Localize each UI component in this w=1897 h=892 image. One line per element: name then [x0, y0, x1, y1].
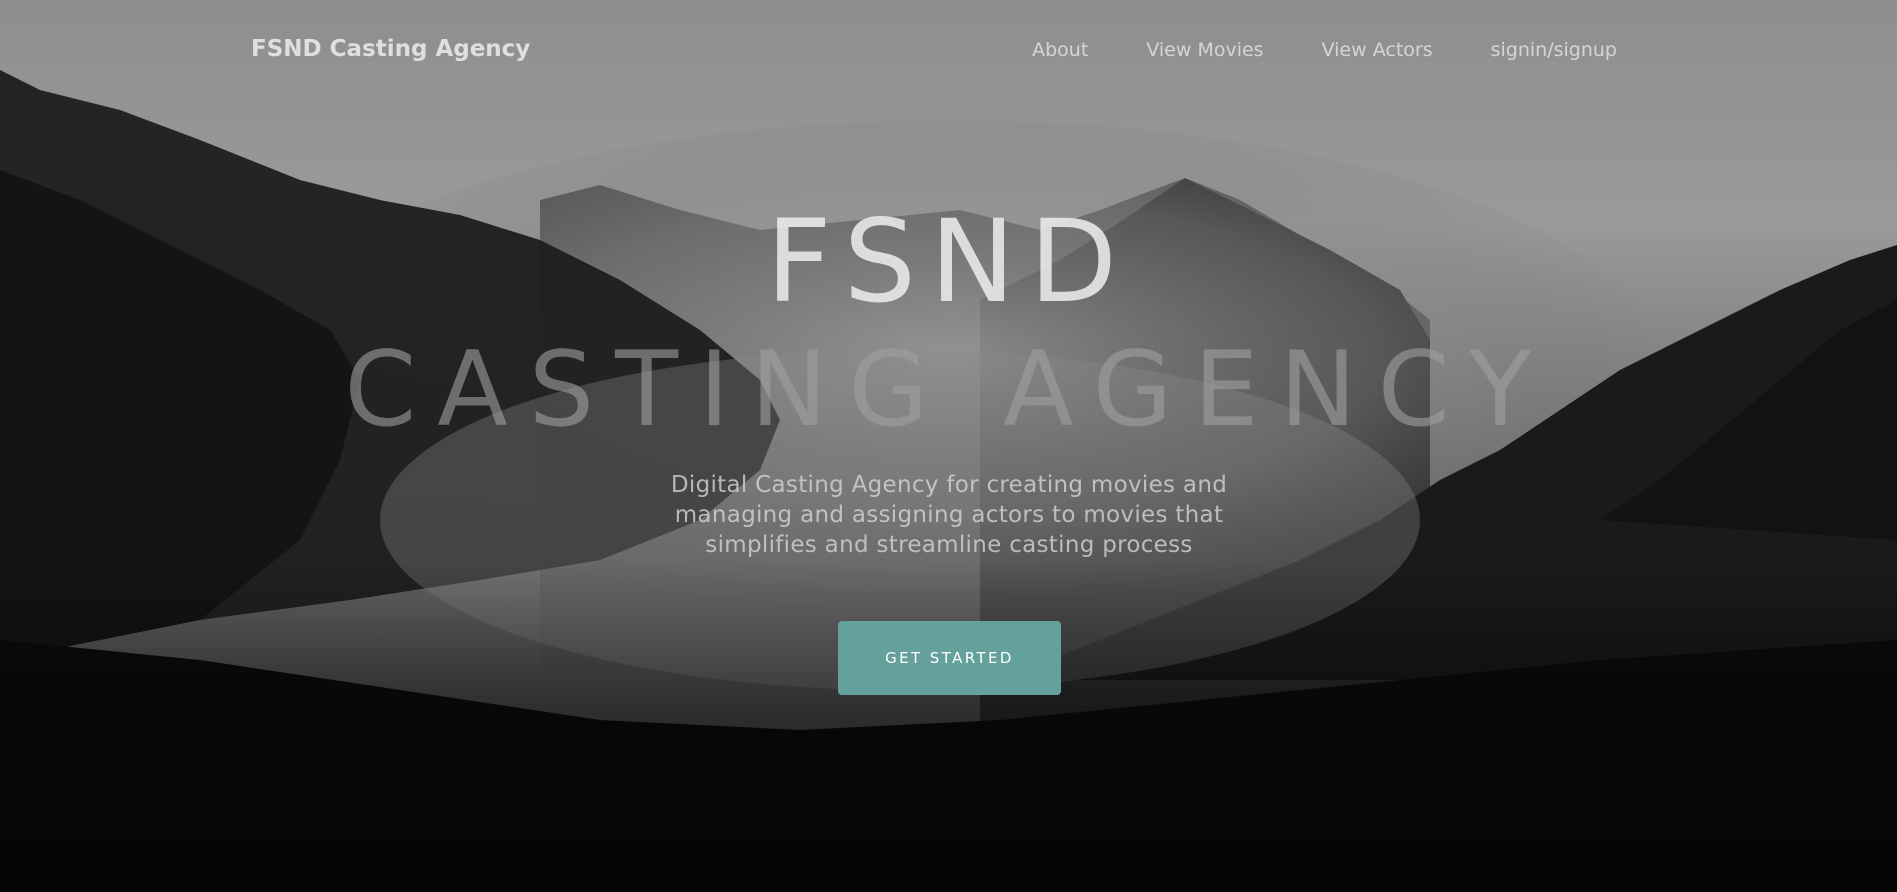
- nav-link-view-actors[interactable]: View Actors: [1322, 39, 1433, 61]
- nav-item-view-movies: View Movies: [1146, 39, 1263, 61]
- hero-title-line-1: FSND: [766, 195, 1131, 328]
- nav-item-signin-signup: signin/signup: [1491, 39, 1617, 61]
- brand-logo-link[interactable]: FSND Casting Agency: [251, 36, 530, 62]
- nav-links: About View Movies View Actors signin/sig…: [1032, 39, 1617, 61]
- hero-title-line-2: CASTING AGENCY: [344, 330, 1553, 450]
- nav-item-view-actors: View Actors: [1322, 39, 1433, 61]
- nav-link-about[interactable]: About: [1032, 39, 1088, 61]
- hero-subtitle: Digital Casting Agency for creating movi…: [670, 472, 1228, 558]
- nav-link-view-movies[interactable]: View Movies: [1146, 39, 1263, 61]
- landing-page: FSND Casting Agency About View Movies Vi…: [0, 0, 1897, 892]
- nav-link-signin-signup[interactable]: signin/signup: [1491, 39, 1617, 61]
- get-started-button[interactable]: GET STARTED: [838, 621, 1061, 695]
- top-navbar: FSND Casting Agency About View Movies Vi…: [0, 0, 1897, 100]
- nav-item-about: About: [1032, 39, 1088, 61]
